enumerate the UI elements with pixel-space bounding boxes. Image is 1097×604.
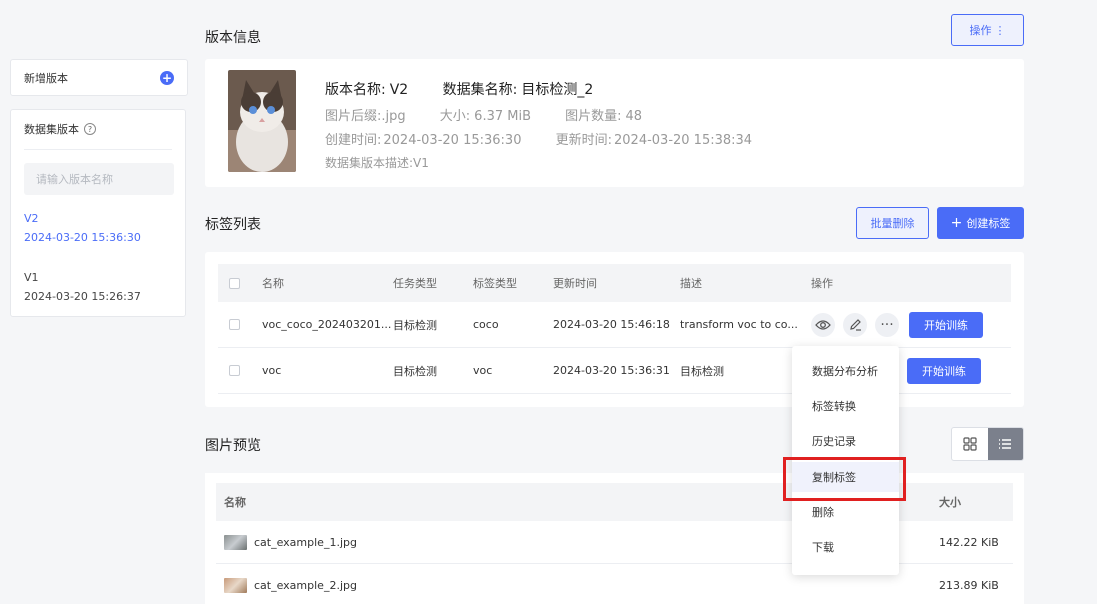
task-type: 目标检测: [393, 364, 437, 378]
version-panel-header: 数据集版本 ?: [24, 121, 172, 150]
version-item-v1[interactable]: V1 2024-03-20 15:26:37: [24, 268, 172, 306]
label-name: voc_coco_202403201...: [262, 318, 392, 331]
col-ops: 操作: [811, 277, 833, 290]
version-info-title: 版本信息: [205, 30, 261, 46]
operate-label: 操作: [969, 24, 992, 37]
size-label: 大小:: [439, 109, 471, 124]
col-name: 名称: [262, 277, 284, 290]
select-all-checkbox[interactable]: [229, 277, 240, 289]
version-time: 2024-03-20 15:36:30: [24, 231, 141, 244]
menu-item-copy-label[interactable]: 复制标签: [792, 462, 899, 492]
created-value: 2024-03-20 15:36:30: [383, 133, 522, 148]
col-name: 名称: [224, 496, 246, 509]
image-size: 142.22 KiB: [939, 535, 999, 549]
row-checkbox[interactable]: [229, 365, 240, 376]
dataset-name-label: 数据集名称:: [442, 82, 518, 98]
view-toggle: [951, 427, 1024, 461]
image-thumbnail: [224, 534, 247, 550]
updated-time: 2024-03-20 15:46:18: [553, 318, 670, 331]
label-name: voc: [262, 364, 282, 377]
grid-view-icon[interactable]: [952, 428, 988, 460]
created-label: 创建时间:: [325, 133, 382, 148]
menu-item-label-convert[interactable]: 标签转换: [792, 391, 899, 421]
suffix-label: 图片后缀:: [325, 109, 382, 124]
menu-item-download[interactable]: 下载: [792, 532, 899, 562]
operate-button[interactable]: 操作 ⋮: [951, 14, 1024, 46]
label-type: voc: [473, 364, 493, 377]
col-desc: 描述: [680, 277, 702, 290]
suffix-value: .jpg: [381, 109, 406, 124]
edit-pencil-icon[interactable]: [843, 312, 867, 337]
create-label-button[interactable]: + 创建标签: [937, 207, 1024, 239]
label-table-header: 名称 任务类型 标签类型 更新时间 描述 操作: [218, 264, 1011, 302]
updated-time: 2024-03-20 15:36:31: [553, 364, 670, 377]
task-type: 目标检测: [393, 318, 437, 332]
count-label: 图片数量:: [565, 109, 622, 124]
new-version-label: 新增版本: [24, 71, 68, 85]
label-desc: 目标检测: [680, 364, 724, 378]
version-name-label: 版本名称:: [325, 82, 386, 98]
version-name: V2: [24, 212, 39, 225]
plus-icon: +: [160, 70, 174, 85]
image-name: cat_example_2.jpg: [254, 578, 357, 592]
more-actions-menu: 数据分布分析 标签转换 历史记录 复制标签 删除 下载: [792, 346, 899, 575]
time-line: 创建时间: 2024-03-20 15:36:30 更新时间: 2024-03-20…: [325, 129, 752, 148]
version-time: 2024-03-20 15:26:37: [24, 290, 141, 303]
col-size: 大小: [939, 496, 961, 509]
image-name: cat_example_1.jpg: [254, 535, 357, 549]
menu-item-distribution-analysis[interactable]: 数据分布分析: [792, 356, 899, 386]
version-item-v2[interactable]: V2 2024-03-20 15:36:30: [24, 209, 172, 247]
row-checkbox[interactable]: [229, 319, 240, 330]
list-view-icon[interactable]: [987, 428, 1023, 460]
image-preview-table: 名称 大小 cat_example_1.jpg 142.22 KiB cat_e…: [205, 473, 1024, 604]
more-vertical-icon: ⋮: [994, 23, 1006, 37]
label-table: 名称 任务类型 标签类型 更新时间 描述 操作 voc_coco_2024032…: [205, 252, 1024, 407]
version-panel-title: 数据集版本: [24, 123, 79, 136]
desc-label: 数据集版本描述:: [325, 156, 414, 170]
dataset-name-value: 目标检测_2: [521, 82, 594, 98]
version-name: V1: [24, 271, 39, 284]
new-version-button[interactable]: 新增版本 +: [10, 59, 188, 96]
size-value: 6.37 MiB: [474, 109, 531, 124]
version-name-value: V2: [389, 82, 409, 98]
image-preview-title: 图片预览: [205, 438, 261, 454]
batch-delete-button[interactable]: 批量删除: [856, 207, 929, 239]
version-search-input[interactable]: [24, 163, 174, 195]
view-eye-icon[interactable]: [811, 312, 835, 337]
image-size: 213.89 KiB: [939, 578, 999, 592]
table-row: voc_coco_202403201... 目标检测 coco 2024-03-…: [218, 302, 1011, 348]
updated-value: 2024-03-20 15:38:34: [614, 133, 753, 148]
dataset-version-panel: 数据集版本 ? V2 2024-03-20 15:36:30 V1 2024-0…: [10, 109, 186, 317]
menu-item-delete[interactable]: 删除: [792, 497, 899, 527]
count-value: 48: [625, 109, 643, 124]
col-updated: 更新时间: [553, 277, 597, 290]
more-horizontal-icon[interactable]: ···: [875, 312, 899, 337]
label-desc: transform voc to co...: [680, 318, 798, 331]
desc-line: 数据集版本描述:V1: [325, 154, 429, 171]
start-training-button[interactable]: 开始训练: [907, 357, 981, 384]
start-training-button[interactable]: 开始训练: [909, 311, 983, 338]
help-icon[interactable]: ?: [84, 123, 96, 135]
menu-item-history[interactable]: 历史记录: [792, 426, 899, 456]
col-task-type: 任务类型: [393, 277, 437, 290]
image-thumbnail: [224, 577, 247, 593]
create-label-text: 创建标签: [966, 217, 1011, 230]
label-type: coco: [473, 318, 499, 331]
dataset-thumbnail: [228, 70, 296, 172]
version-name-line: 版本名称: V2 数据集名称: 目标检测_2: [325, 79, 593, 99]
version-info-card: 版本名称: V2 数据集名称: 目标检测_2 图片后缀:.jpg 大小: 6.37 M…: [205, 59, 1024, 187]
updated-label: 更新时间:: [555, 133, 612, 148]
col-label-type: 标签类型: [473, 277, 517, 290]
image-meta-line: 图片后缀:.jpg 大小: 6.37 MiB 图片数量: 48: [325, 105, 642, 124]
desc-value: V1: [413, 156, 429, 170]
label-list-title: 标签列表: [205, 217, 261, 233]
plus-icon: +: [950, 215, 963, 231]
